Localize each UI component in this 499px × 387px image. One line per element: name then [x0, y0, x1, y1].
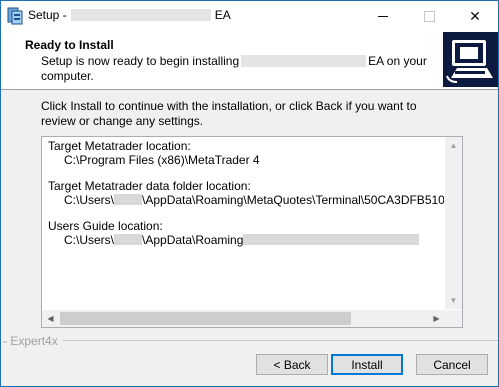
setup-app-icon — [7, 7, 23, 25]
target-location-label: Target Metatrader location: — [48, 140, 191, 153]
scroll-left-icon[interactable]: ◀ — [42, 310, 59, 327]
minimize-icon — [378, 15, 388, 17]
setup-window: Setup - EA ✕ Ready to Install Setup is no… — [0, 0, 499, 387]
target-location-path: C:\Program Files (x86)\MetaTrader 4 — [64, 152, 260, 167]
close-button[interactable]: ✕ — [452, 1, 498, 31]
wizard-header: Ready to Install Setup is now ready to b… — [1, 31, 498, 90]
maximize-button — [406, 1, 452, 31]
cancel-button[interactable]: Cancel — [416, 354, 488, 375]
redacted-product-name — [241, 55, 367, 67]
scroll-right-icon[interactable]: ▶ — [428, 310, 445, 327]
scrollbar-corner — [445, 310, 462, 327]
users-guide-path: C:\Users\ \AppData\Roaming — [48, 233, 444, 248]
redacted-username — [114, 233, 143, 245]
data-folder-path: C:\Users\ \AppData\Roaming\MetaQuotes\Ter… — [64, 192, 444, 207]
install-summary-memo[interactable]: Target Metatrader location: C:\Program F… — [41, 136, 463, 328]
horizontal-scrollbar[interactable]: ◀ ▶ — [42, 310, 445, 327]
brand-label: - Expert4x — [3, 334, 58, 348]
redacted-path — [243, 233, 420, 245]
title-bar: Setup - EA ✕ — [1, 1, 498, 31]
page-title: Ready to Install — [25, 38, 114, 52]
users-guide-label: Users Guide location: — [48, 219, 163, 233]
window-title: Setup - EA — [28, 8, 231, 22]
back-button[interactable]: < Back — [256, 354, 328, 375]
minimize-button[interactable] — [360, 1, 406, 31]
close-icon: ✕ — [469, 7, 481, 24]
page-subtitle: Setup is now ready to begin installing EA… — [41, 54, 427, 83]
horizontal-scroll-thumb[interactable] — [60, 312, 351, 325]
maximize-icon — [423, 10, 435, 22]
footer-divider — [1, 340, 498, 341]
vertical-scrollbar[interactable]: ▲ ▼ — [445, 137, 462, 309]
scroll-up-icon[interactable]: ▲ — [445, 137, 462, 154]
setup-computer-icon — [443, 32, 498, 87]
redacted-username — [114, 193, 143, 205]
scroll-down-icon[interactable]: ▼ — [445, 292, 462, 309]
install-button[interactable]: Install — [331, 354, 403, 375]
redacted-product-name — [70, 9, 211, 21]
data-folder-label: Target Metatrader data folder location: — [48, 179, 251, 193]
summary-content: Target Metatrader location: C:\Program F… — [48, 140, 444, 310]
intro-text: Click Install to continue with the insta… — [41, 99, 417, 128]
